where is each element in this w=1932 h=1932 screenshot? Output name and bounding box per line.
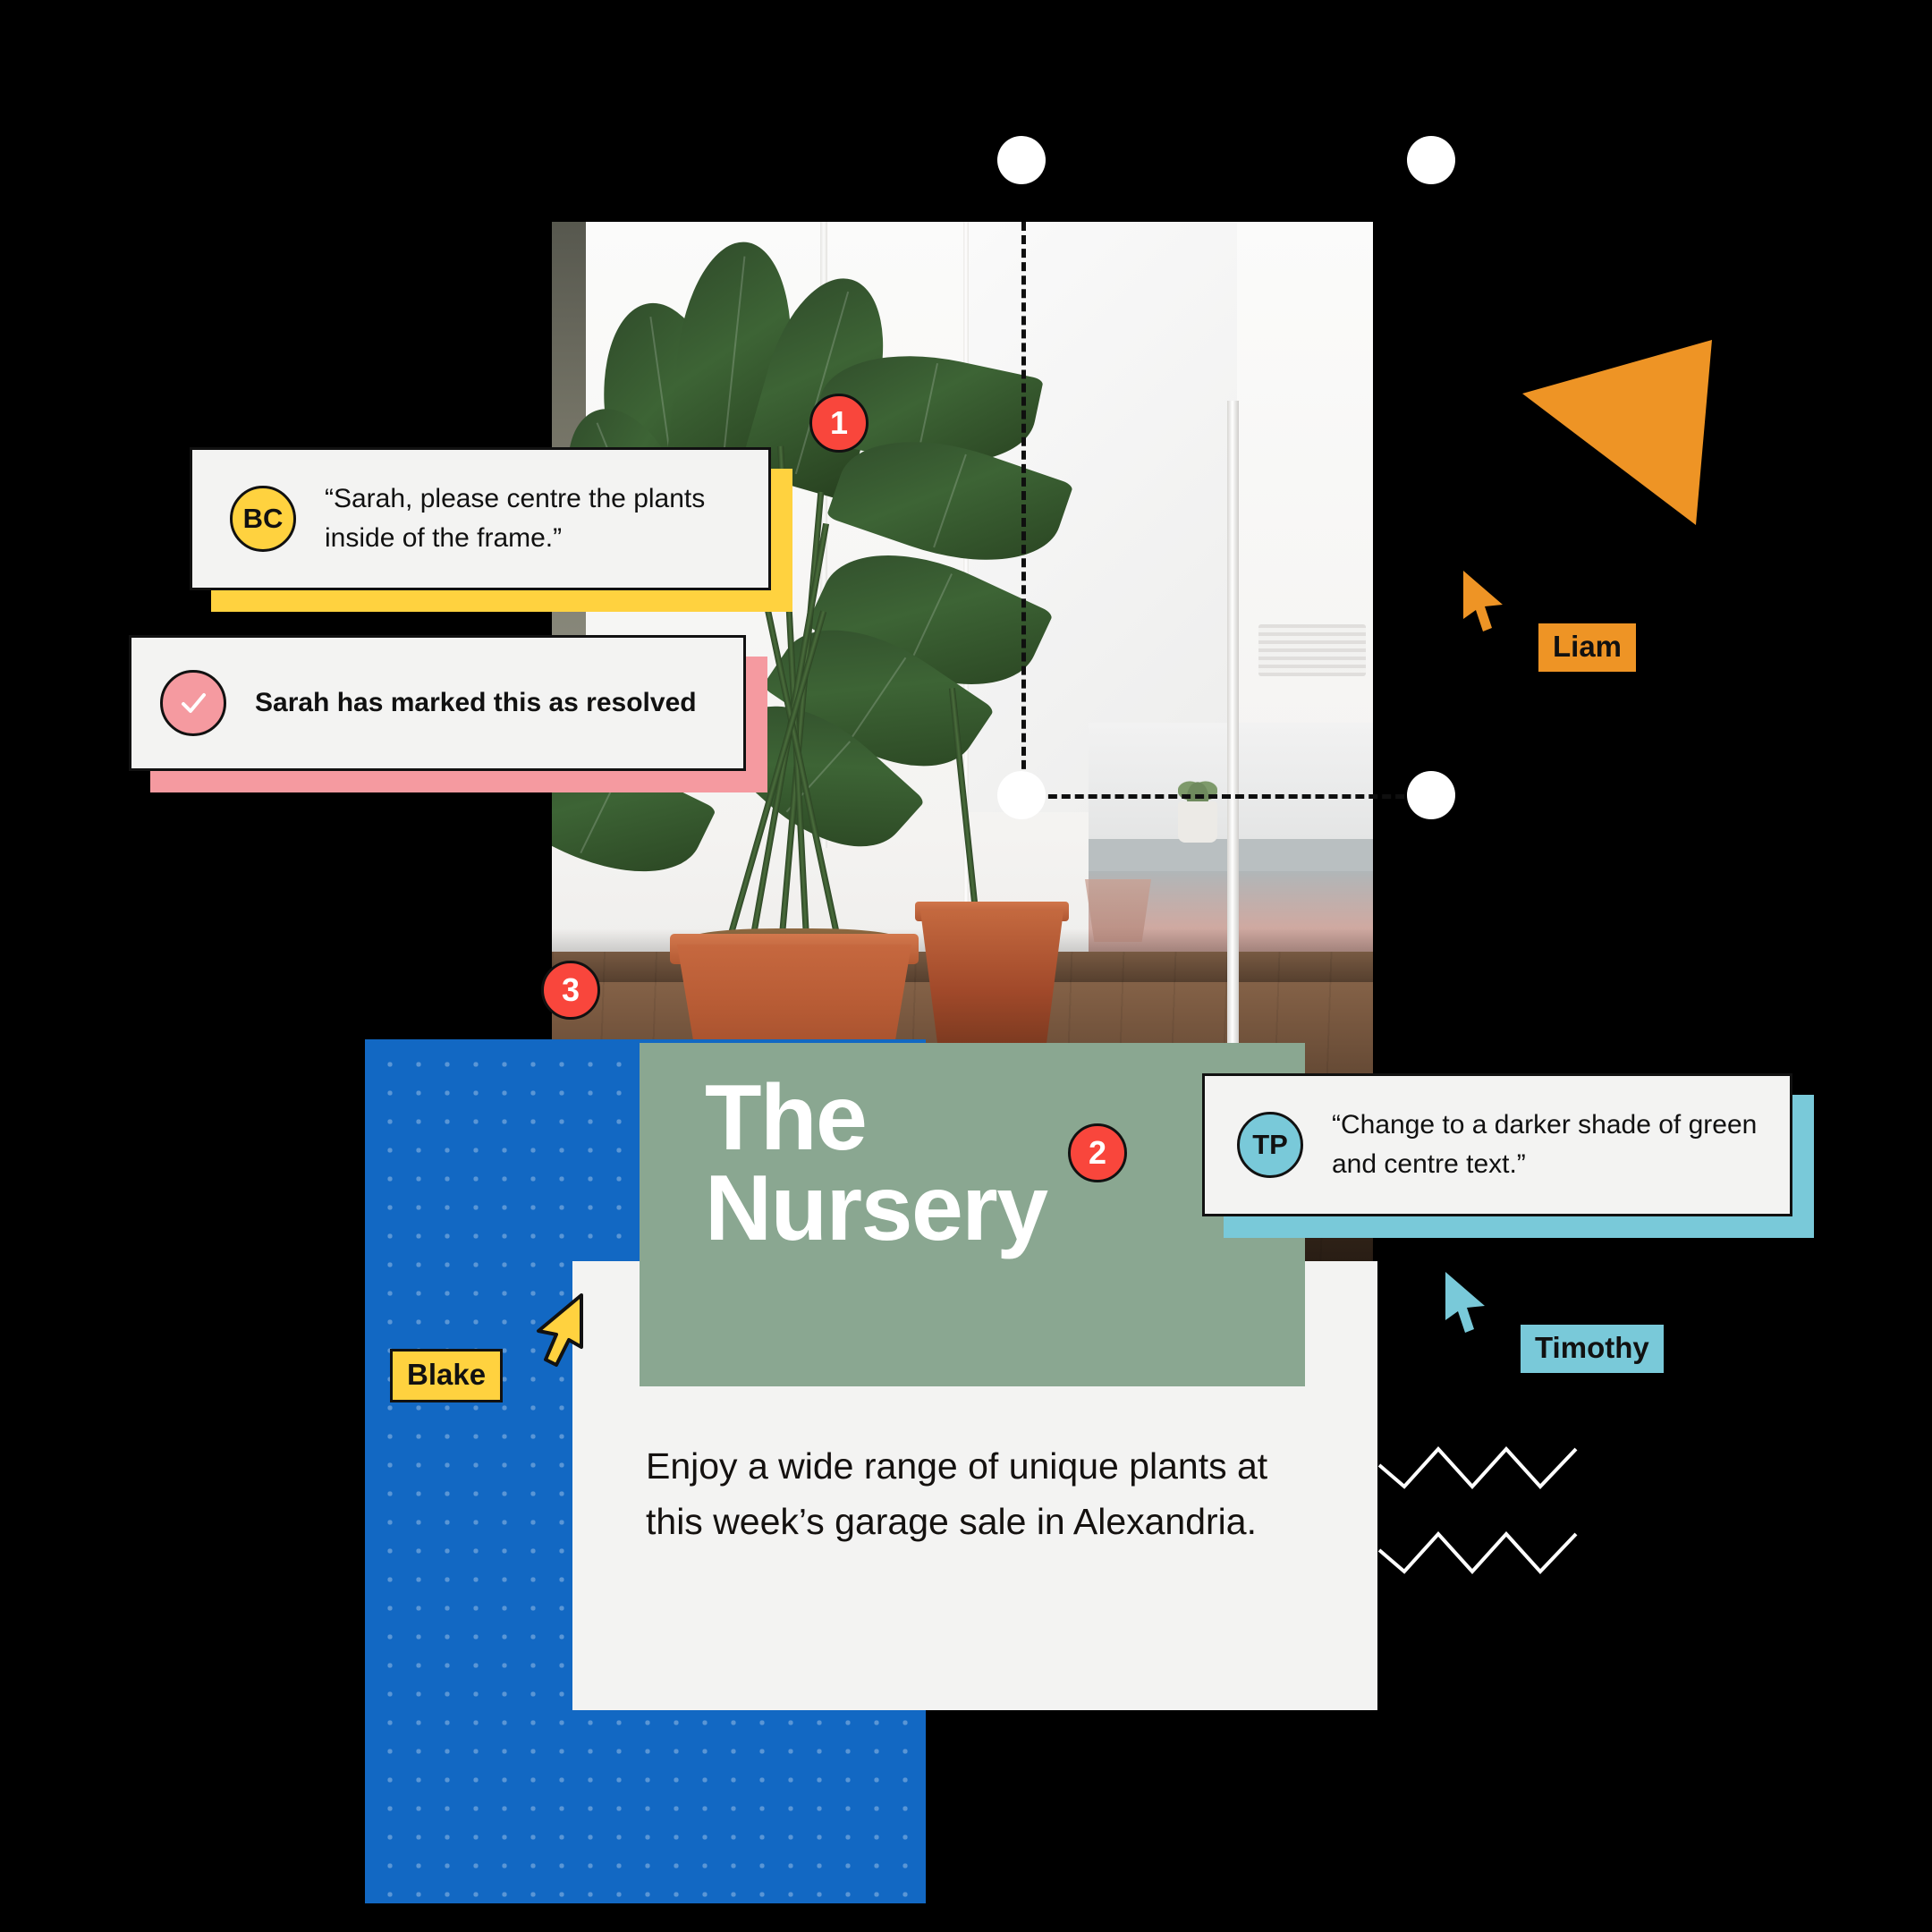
comment-text-resolved: Sarah has marked this as resolved: [255, 688, 697, 718]
photo-back-pot: [1178, 801, 1217, 843]
photo-back-plant: [1178, 769, 1217, 805]
design-body-text: Enjoy a wide range of unique plants at t…: [646, 1445, 1268, 1543]
comment-avatar-tp: TP: [1237, 1112, 1303, 1178]
comment-pin-2[interactable]: 2: [1068, 1123, 1127, 1182]
design-title-line-1: The: [705, 1066, 868, 1170]
cursor-pointer-timothy: [1445, 1272, 1485, 1333]
comment-pin-2-label: 2: [1088, 1134, 1107, 1171]
cursor-label-blake-text: Blake: [407, 1358, 487, 1391]
comment-pin-1[interactable]: 1: [809, 394, 869, 453]
comment-card-tp[interactable]: TP “Change to a darker shade of green an…: [1202, 1073, 1814, 1238]
cursor-label-timothy: Timothy: [1521, 1325, 1664, 1373]
photo-vent: [1258, 624, 1366, 676]
cursor-label-blake: Blake: [390, 1349, 504, 1402]
comment-avatar-bc: BC: [230, 486, 296, 552]
cursor-pointer-blake: [537, 1293, 583, 1367]
photo-pot-third: [1085, 879, 1151, 942]
design-title-line-2: Nursery: [705, 1156, 1048, 1260]
cursor-label-timothy-text: Timothy: [1535, 1331, 1649, 1364]
design-title: The Nursery: [705, 1066, 1206, 1260]
photo-pole: [1227, 401, 1239, 1063]
selection-handle-bottom-right[interactable]: [1407, 771, 1455, 819]
check-icon: [160, 670, 226, 736]
selection-handle-top-right[interactable]: [1407, 136, 1455, 184]
comment-card-resolved-panel[interactable]: Sarah has marked this as resolved: [129, 635, 746, 771]
comment-pin-3[interactable]: 3: [541, 961, 600, 1020]
comment-card-tp-panel[interactable]: TP “Change to a darker shade of green an…: [1202, 1073, 1792, 1216]
cursor-label-liam-text: Liam: [1553, 630, 1623, 663]
selection-guide-horizontal: [1021, 794, 1431, 799]
cursor-label-liam: Liam: [1538, 623, 1637, 672]
comment-card-bc-panel[interactable]: BC “Sarah, please centre the plants insi…: [190, 447, 771, 590]
photo-pot-second: [920, 911, 1063, 1045]
cursor-pointer-liam: [1463, 571, 1503, 631]
zigzag-decoration: [1377, 1531, 1578, 1574]
comment-pin-1-label: 1: [829, 404, 849, 441]
canvas-stage: Enjoy a wide range of unique plants at t…: [0, 0, 1932, 1932]
comment-text-tp: “Change to a darker shade of green and c…: [1332, 1110, 1758, 1179]
orange-triangle-decoration: [1522, 340, 1712, 525]
comment-card-resolved[interactable]: Sarah has marked this as resolved: [129, 635, 767, 792]
comment-pin-3-label: 3: [561, 971, 580, 1008]
comment-text-bc: “Sarah, please centre the plants inside …: [325, 484, 706, 553]
selection-guide-vertical: [1021, 222, 1026, 796]
comment-avatar-bc-initials: BC: [242, 503, 284, 534]
comment-card-bc[interactable]: BC “Sarah, please centre the plants insi…: [190, 447, 792, 612]
comment-avatar-tp-initials: TP: [1252, 1129, 1288, 1160]
zigzag-decoration: [1377, 1446, 1578, 1489]
selection-handle-bottom-left[interactable]: [997, 771, 1046, 819]
selection-handle-top-left[interactable]: [997, 136, 1046, 184]
